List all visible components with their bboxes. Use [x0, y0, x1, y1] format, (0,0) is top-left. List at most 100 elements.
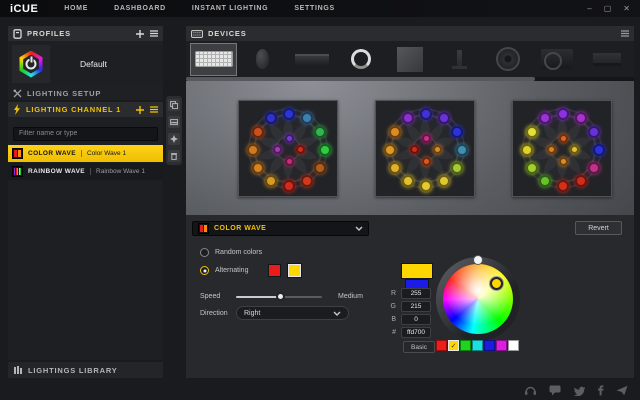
nav-settings[interactable]: SETTINGS	[294, 5, 335, 12]
lighting-item-rainbow-wave[interactable]: RAINBOW WAVE Rainbow Wave 1	[8, 163, 163, 180]
direction-dropdown[interactable]: Right	[236, 306, 349, 320]
color-wheel-selector[interactable]	[490, 277, 503, 290]
color-wheel-ring[interactable]	[436, 257, 520, 341]
channel-menu-icon[interactable]	[150, 106, 158, 113]
led-dot[interactable]	[557, 108, 569, 120]
led-dot[interactable]	[252, 126, 264, 138]
support-icon[interactable]	[524, 385, 537, 396]
led-dot[interactable]	[451, 162, 463, 174]
led-dot[interactable]	[433, 145, 442, 154]
color-wheel[interactable]	[443, 264, 513, 334]
close-button[interactable]: ✕	[623, 5, 630, 13]
led-dot[interactable]	[547, 145, 556, 154]
alternating-color-swatch[interactable]	[268, 264, 281, 277]
led-dot[interactable]	[588, 126, 600, 138]
hex-input[interactable]	[401, 327, 431, 338]
led-dot[interactable]	[526, 162, 538, 174]
led-dot[interactable]	[384, 144, 396, 156]
led-dot[interactable]	[575, 175, 587, 187]
random-colors-radio[interactable]	[200, 248, 209, 257]
led-dot[interactable]	[283, 108, 295, 120]
led-dot[interactable]	[389, 126, 401, 138]
nav-home[interactable]: HOME	[64, 5, 88, 12]
led-dot[interactable]	[451, 126, 463, 138]
led-dot[interactable]	[456, 144, 468, 156]
effect-dropdown[interactable]: COLOR WAVE	[192, 221, 369, 236]
led-dot[interactable]	[539, 175, 551, 187]
device-thumb-aio[interactable]	[486, 44, 531, 75]
led-dot[interactable]	[285, 134, 294, 143]
share-button[interactable]	[168, 133, 180, 145]
led-dot[interactable]	[314, 126, 326, 138]
led-dot[interactable]	[593, 144, 605, 156]
palette-swatch[interactable]: ✓	[448, 340, 459, 351]
profiles-menu-icon[interactable]	[150, 30, 158, 37]
palette-swatch[interactable]	[508, 340, 519, 351]
fan-preview[interactable]	[238, 100, 338, 197]
lighting-setup-bar[interactable]: LIGHTING SETUP	[8, 86, 163, 100]
duplicate-button[interactable]	[168, 99, 180, 111]
feedback-icon[interactable]	[549, 385, 561, 396]
led-dot[interactable]	[422, 134, 431, 143]
filter-input[interactable]	[13, 127, 158, 141]
lighting-item-color-wave[interactable]: COLOR WAVE Color Wave 1	[8, 145, 163, 162]
minimize-button[interactable]: –	[587, 5, 591, 13]
led-dot[interactable]	[559, 134, 568, 143]
palette-swatch[interactable]	[472, 340, 483, 351]
basic-button[interactable]: Basic	[403, 341, 435, 353]
led-dot[interactable]	[314, 162, 326, 174]
r-input[interactable]	[401, 288, 431, 299]
led-dot[interactable]	[557, 180, 569, 192]
device-thumb-keyboard[interactable]	[191, 44, 236, 75]
send-icon[interactable]	[616, 385, 628, 396]
led-dot[interactable]	[301, 175, 313, 187]
lightings-library-bar[interactable]: LIGHTINGS LIBRARY	[8, 362, 163, 378]
revert-button[interactable]: Revert	[575, 221, 622, 235]
palette-swatch[interactable]	[436, 340, 447, 351]
fan-preview[interactable]	[375, 100, 475, 197]
add-lighting-icon[interactable]	[136, 106, 144, 114]
led-dot[interactable]	[526, 126, 538, 138]
alternating-radio[interactable]	[200, 266, 209, 275]
palette-swatch[interactable]	[460, 340, 471, 351]
profile-item-default[interactable]	[12, 45, 50, 83]
b-input[interactable]	[401, 314, 431, 325]
led-dot[interactable]	[521, 144, 533, 156]
speed-slider-thumb[interactable]	[276, 292, 285, 301]
device-thumb-mouse[interactable]	[240, 44, 285, 75]
twitter-icon[interactable]	[573, 386, 585, 396]
led-dot[interactable]	[570, 145, 579, 154]
maximize-button[interactable]: ▢	[604, 5, 612, 13]
led-dot[interactable]	[389, 162, 401, 174]
led-dot[interactable]	[296, 145, 305, 154]
led-dot[interactable]	[273, 145, 282, 154]
led-dot[interactable]	[422, 157, 431, 166]
add-profile-icon[interactable]	[136, 30, 144, 38]
alternating-option[interactable]: Alternating	[200, 264, 301, 277]
palette-swatch[interactable]	[496, 340, 507, 351]
g-input[interactable]	[401, 301, 431, 312]
delete-button[interactable]	[168, 150, 180, 162]
device-thumb-ram[interactable]	[289, 44, 334, 75]
random-colors-option[interactable]: Random colors	[200, 248, 262, 257]
facebook-icon[interactable]	[597, 385, 604, 396]
led-dot[interactable]	[285, 157, 294, 166]
device-thumb-headset[interactable]	[338, 44, 383, 75]
hue-ring-knob[interactable]	[473, 255, 483, 265]
led-dot[interactable]	[420, 180, 432, 192]
led-dot[interactable]	[252, 162, 264, 174]
led-dot[interactable]	[559, 157, 568, 166]
alternating-color-swatch[interactable]	[288, 264, 301, 277]
led-dot[interactable]	[247, 144, 259, 156]
device-thumb-case[interactable]	[388, 44, 433, 75]
nav-dashboard[interactable]: DASHBOARD	[114, 5, 166, 12]
led-dot[interactable]	[420, 108, 432, 120]
nav-instant-lighting[interactable]: INSTANT LIGHTING	[192, 5, 268, 12]
palette-swatch[interactable]	[484, 340, 495, 351]
led-dot[interactable]	[283, 180, 295, 192]
led-dot[interactable]	[402, 175, 414, 187]
led-dot[interactable]	[265, 175, 277, 187]
led-dot[interactable]	[319, 144, 331, 156]
led-dot[interactable]	[438, 175, 450, 187]
device-thumb-psu[interactable]	[535, 44, 580, 75]
